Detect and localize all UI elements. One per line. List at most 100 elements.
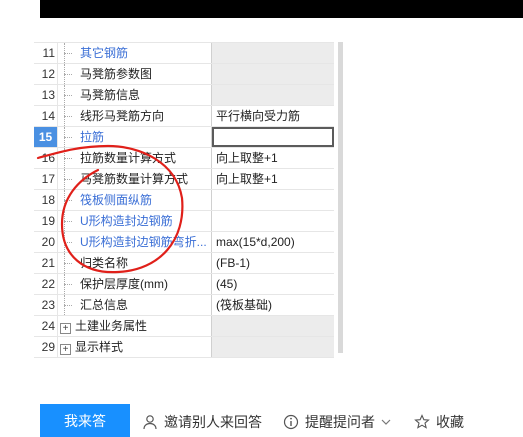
tree-guide: [58, 232, 72, 252]
tree-guide: [58, 169, 72, 189]
property-value[interactable]: max(15*d,200): [212, 232, 334, 252]
answer-button[interactable]: 我来答: [40, 404, 130, 437]
property-row[interactable]: 19 U形构造封边钢筋: [34, 211, 334, 232]
property-name: 线形马凳筋方向: [58, 106, 212, 126]
property-name: 其它钢筋: [58, 43, 212, 63]
property-value[interactable]: [212, 211, 334, 231]
row-number: 17: [34, 169, 58, 189]
group-value: [212, 316, 334, 336]
property-row[interactable]: 15 拉筋: [34, 127, 334, 148]
collect-label: 收藏: [436, 414, 464, 430]
property-name: U形构造封边钢筋弯折...: [58, 232, 212, 252]
row-number: 11: [34, 43, 58, 63]
property-value[interactable]: [212, 127, 334, 147]
expand-icon[interactable]: +: [60, 344, 71, 355]
property-name: 筏板侧面纵筋: [58, 190, 212, 210]
invite-action[interactable]: 邀请别人来回答: [142, 412, 262, 432]
star-icon: [414, 414, 430, 429]
info-icon: [283, 414, 299, 430]
group-name-text: 显示样式: [75, 340, 124, 354]
property-group-row[interactable]: 29 + 显示样式: [34, 337, 334, 358]
row-number: 22: [34, 274, 58, 294]
property-value[interactable]: 向上取整+1: [212, 148, 334, 168]
row-number: 14: [34, 106, 58, 126]
property-name-text: U形构造封边钢筋弯折...: [80, 235, 207, 249]
invite-label: 邀请别人来回答: [164, 414, 262, 430]
property-row[interactable]: 23 汇总信息 (筏板基础): [34, 295, 334, 316]
tree-guide: [58, 127, 72, 147]
property-name: 归类名称: [58, 253, 212, 273]
property-row[interactable]: 20 U形构造封边钢筋弯折... max(15*d,200): [34, 232, 334, 253]
property-value[interactable]: 平行横向受力筋: [212, 106, 334, 126]
tree-guide: [58, 253, 72, 273]
property-group-row[interactable]: 24 + 土建业务属性: [34, 316, 334, 337]
property-value[interactable]: [212, 190, 334, 210]
property-name-text: 线形马凳筋方向: [80, 109, 165, 123]
property-name-text: U形构造封边钢筋: [80, 214, 173, 228]
property-name-text: 马凳筋数量计算方式: [80, 172, 189, 186]
tree-guide: [58, 106, 72, 126]
screenshot: 11 其它钢筋 12 马凳筋参数图 13 马凳筋信息 14 线形马凳筋方向 平行横向受力筋 15 拉…: [0, 0, 523, 437]
tree-guide: [58, 64, 72, 84]
property-name: 保护层厚度(mm): [58, 274, 212, 294]
property-row[interactable]: 21 归类名称 (FB-1): [34, 253, 334, 274]
vertical-scrollbar[interactable]: [338, 42, 343, 353]
property-grid: 11 其它钢筋 12 马凳筋参数图 13 马凳筋信息 14 线形马凳筋方向 平行横向受力筋 15 拉…: [34, 42, 334, 358]
group-value: [212, 337, 334, 357]
property-value[interactable]: 向上取整+1: [212, 169, 334, 189]
property-name: U形构造封边钢筋: [58, 211, 212, 231]
property-row[interactable]: 18 筏板侧面纵筋: [34, 190, 334, 211]
group-name-text: 土建业务属性: [75, 319, 148, 333]
row-number: 16: [34, 148, 58, 168]
group-name: + 土建业务属性: [58, 316, 212, 336]
property-value[interactable]: [212, 64, 334, 84]
tree-guide: [58, 85, 72, 105]
row-number: 23: [34, 295, 58, 315]
row-number: 19: [34, 211, 58, 231]
remind-label: 提醒提问者: [305, 414, 375, 430]
property-row[interactable]: 13 马凳筋信息: [34, 85, 334, 106]
expand-icon[interactable]: +: [60, 323, 71, 334]
property-row[interactable]: 16 拉筋数量计算方式 向上取整+1: [34, 148, 334, 169]
property-value[interactable]: (FB-1): [212, 253, 334, 273]
tree-guide: [58, 211, 72, 231]
tree-guide: [58, 190, 72, 210]
property-name-text: 保护层厚度(mm): [80, 277, 168, 291]
row-number: 15: [34, 127, 58, 147]
row-number: 24: [34, 316, 58, 336]
row-number: 13: [34, 85, 58, 105]
tree-guide: [58, 295, 72, 315]
row-number: 18: [34, 190, 58, 210]
property-value[interactable]: [212, 85, 334, 105]
row-number: 29: [34, 337, 58, 357]
property-name-text: 筏板侧面纵筋: [80, 193, 153, 207]
top-dark-bar: [40, 0, 523, 18]
tree-guide: [58, 148, 72, 168]
property-name: 马凳筋参数图: [58, 64, 212, 84]
property-row[interactable]: 22 保护层厚度(mm) (45): [34, 274, 334, 295]
property-name: 拉筋: [58, 127, 212, 147]
property-row[interactable]: 17 马凳筋数量计算方式 向上取整+1: [34, 169, 334, 190]
property-name: 拉筋数量计算方式: [58, 148, 212, 168]
group-name: + 显示样式: [58, 337, 212, 357]
property-value[interactable]: [212, 43, 334, 63]
property-name-text: 马凳筋参数图: [80, 67, 153, 81]
property-value[interactable]: (45): [212, 274, 334, 294]
property-name: 马凳筋信息: [58, 85, 212, 105]
property-name: 汇总信息: [58, 295, 212, 315]
row-number: 12: [34, 64, 58, 84]
chevron-down-icon: [381, 419, 391, 425]
property-value[interactable]: (筏板基础): [212, 295, 334, 315]
remind-action[interactable]: 提醒提问者: [283, 412, 391, 432]
answer-footer: 我来答 邀请别人来回答 提醒提问者 收藏: [0, 404, 523, 437]
collect-action[interactable]: 收藏: [414, 412, 464, 432]
property-row[interactable]: 14 线形马凳筋方向 平行横向受力筋: [34, 106, 334, 127]
property-name: 马凳筋数量计算方式: [58, 169, 212, 189]
tree-guide: [58, 43, 72, 63]
row-number: 21: [34, 253, 58, 273]
user-icon: [143, 415, 157, 430]
tree-guide: [58, 274, 72, 294]
property-name-text: 马凳筋信息: [80, 88, 141, 102]
property-row[interactable]: 12 马凳筋参数图: [34, 64, 334, 85]
property-row[interactable]: 11 其它钢筋: [34, 43, 334, 64]
